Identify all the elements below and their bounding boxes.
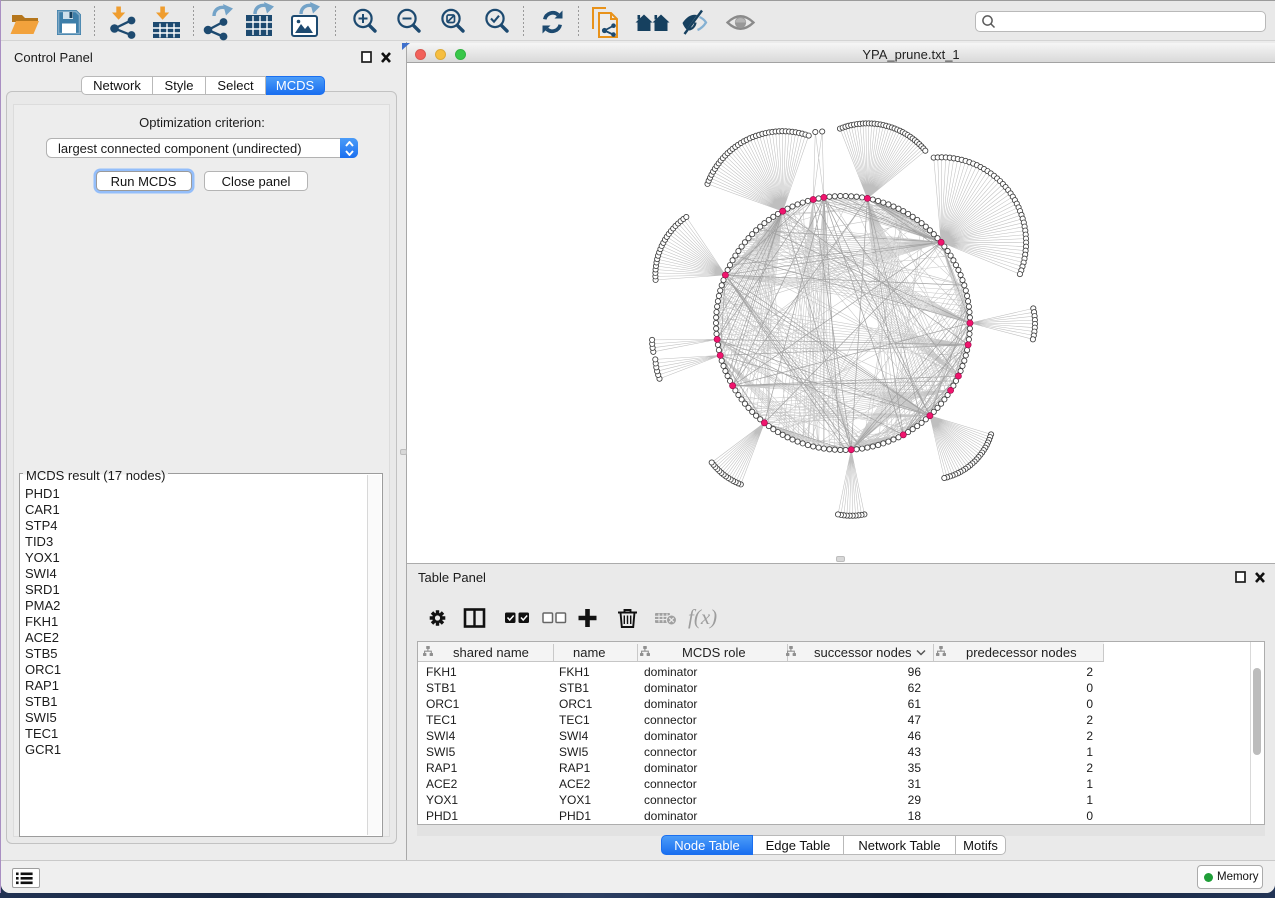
svg-text:f(x): f(x) — [688, 605, 717, 629]
